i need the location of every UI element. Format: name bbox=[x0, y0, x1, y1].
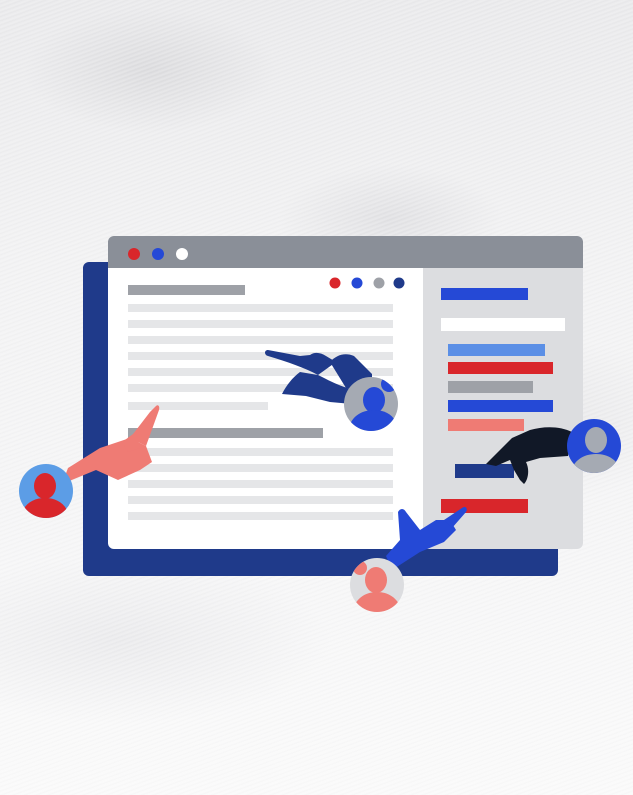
sidebar-input-field bbox=[441, 318, 565, 331]
avatar-salmon-person bbox=[350, 558, 404, 612]
sidebar-bar-red-bottom bbox=[441, 499, 528, 513]
sidebar-bar-gray bbox=[448, 381, 533, 393]
white-dot-icon bbox=[176, 248, 188, 260]
illustration-svg bbox=[19, 236, 621, 612]
red-dot-icon bbox=[329, 277, 341, 289]
section-heading-bar bbox=[128, 428, 323, 438]
sidebar-bar-salmon bbox=[448, 419, 524, 431]
blue-dot-icon bbox=[152, 248, 164, 260]
navy-dot-icon bbox=[393, 277, 405, 289]
sidebar-bar-red bbox=[448, 362, 553, 374]
sidebar-title-bar bbox=[441, 288, 528, 300]
avatar-red-person bbox=[19, 464, 73, 518]
sidebar-bar-navy bbox=[455, 464, 514, 478]
blue-dot-icon bbox=[351, 277, 363, 289]
content-heading-bar bbox=[128, 285, 245, 295]
sidebar-bar-light-blue bbox=[448, 344, 545, 356]
sidebar-bar-blue bbox=[448, 400, 553, 412]
red-dot-icon bbox=[128, 248, 140, 260]
collaboration-illustration bbox=[0, 0, 633, 795]
gray-dot-icon bbox=[373, 277, 385, 289]
